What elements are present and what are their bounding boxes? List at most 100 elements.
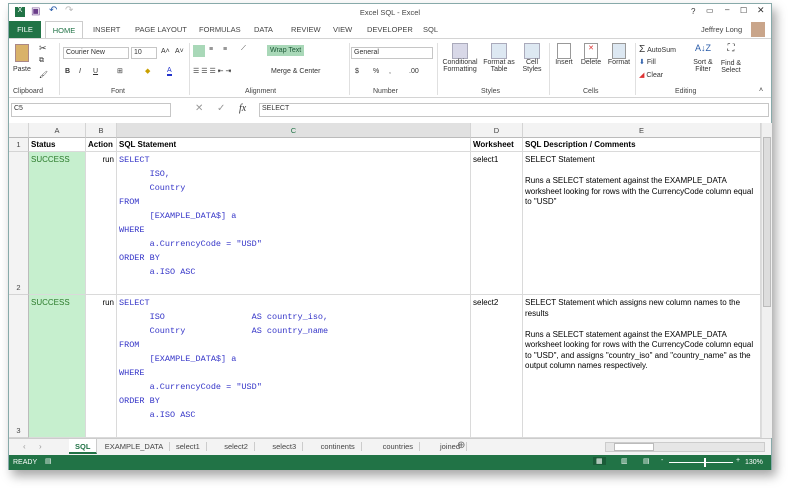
grow-font-icon[interactable]: A˄	[161, 48, 170, 55]
tab-sql[interactable]: SQL	[423, 25, 438, 34]
row-header[interactable]: 1	[9, 138, 29, 152]
page-layout-view-icon[interactable]: ▥	[621, 457, 628, 465]
underline-button[interactable]: U	[93, 68, 98, 75]
zoom-slider-thumb[interactable]	[704, 458, 707, 467]
ribbon-display-icon[interactable]: ▭	[706, 6, 714, 15]
prev-sheet-icon[interactable]: ‹	[23, 442, 26, 451]
row-header[interactable]: 3	[9, 295, 29, 438]
clear-button[interactable]: ◢ Clear	[639, 71, 663, 79]
comma-button[interactable]: ,	[389, 68, 391, 75]
merge-center-button[interactable]: Merge & Center	[271, 68, 320, 75]
font-color-icon[interactable]: A	[167, 67, 172, 76]
sheet-tab[interactable]: select2	[218, 442, 255, 451]
user-name[interactable]: Jeffrey Long	[701, 25, 742, 34]
avatar[interactable]	[751, 22, 765, 37]
column-header-c[interactable]: C	[117, 123, 471, 138]
next-sheet-icon[interactable]: ›	[39, 442, 42, 451]
select-all-corner[interactable]	[9, 123, 29, 138]
copy-icon[interactable]: ⧉	[39, 57, 44, 65]
align-left-icon[interactable]: ☰ ☰ ☰ ⇤ ⇥	[193, 67, 231, 75]
cell-e[interactable]: SELECT Statement which assigns new colum…	[523, 295, 761, 438]
cell-e[interactable]: SELECT Statement Runs a SELECT statement…	[523, 152, 761, 295]
row-header[interactable]: 2	[9, 152, 29, 295]
paste-icon[interactable]	[15, 44, 29, 62]
format-painter-icon[interactable]: 🖌	[39, 71, 48, 79]
sheet-tab[interactable]: EXAMPLE_DATA	[99, 442, 171, 451]
normal-view-icon[interactable]: ▦	[593, 457, 606, 465]
cancel-icon[interactable]: ✕	[195, 103, 203, 114]
insert-cells-button[interactable]: Insert	[551, 43, 577, 66]
sheet-tab[interactable]: continents	[315, 442, 362, 451]
find-select-button[interactable]: ⛶ Find & Select	[717, 43, 745, 74]
cell-b[interactable]: Action	[86, 138, 117, 152]
tab-review[interactable]: REVIEW	[291, 25, 321, 34]
collapse-ribbon-icon[interactable]: ˄	[759, 87, 763, 94]
wrap-text-button[interactable]: Wrap Text	[267, 45, 305, 56]
worksheet-grid[interactable]: A B C D E 1 Status Action SQL Statement Work…	[9, 123, 761, 438]
zoom-level[interactable]: 130%	[745, 459, 763, 466]
sheet-tab[interactable]: select1	[170, 442, 207, 451]
sheet-tab[interactable]: countries	[377, 442, 421, 451]
middle-align-icon[interactable]: ≡	[209, 46, 213, 53]
sheet-tab[interactable]: select3	[266, 442, 304, 451]
cell-b[interactable]: run	[86, 152, 117, 295]
format-as-table-button[interactable]: Format as Table	[481, 43, 517, 73]
vertical-scrollbar[interactable]	[761, 123, 772, 438]
zoom-slider[interactable]	[669, 458, 733, 467]
formula-input[interactable]: SELECT	[259, 103, 769, 117]
borders-icon[interactable]: ⊞	[117, 67, 123, 75]
decimal-icon[interactable]: .00	[409, 68, 419, 75]
tab-page-layout[interactable]: PAGE LAYOUT	[135, 25, 187, 34]
cell-c[interactable]: SQL Statement	[117, 138, 471, 152]
column-header-a[interactable]: A	[29, 123, 86, 138]
fill-color-icon[interactable]: ◆	[145, 67, 150, 75]
cell-a[interactable]: SUCCESS	[29, 295, 86, 438]
column-header-d[interactable]: D	[471, 123, 523, 138]
cell-d[interactable]: select2	[471, 295, 523, 438]
cell-styles-button[interactable]: Cell Styles	[517, 43, 547, 73]
tab-home[interactable]: HOME	[45, 21, 83, 38]
paste-button[interactable]: Paste	[13, 66, 31, 73]
help-button[interactable]: ?	[691, 7, 695, 16]
minimize-button[interactable]: –	[725, 5, 729, 14]
tab-view[interactable]: VIEW	[333, 25, 352, 34]
top-align-button[interactable]	[193, 45, 205, 57]
column-header-b[interactable]: B	[86, 123, 117, 138]
cell-c[interactable]: SELECT ISO, Country FROM [EXAMPLE_DATA$]…	[117, 152, 471, 295]
conditional-formatting-button[interactable]: Conditional Formatting	[439, 43, 481, 73]
zoom-in-button[interactable]: +	[736, 457, 740, 464]
cell-c[interactable]: SELECT ISO AS country_iso, Country AS co…	[117, 295, 471, 438]
cell-d[interactable]: Worksheet	[471, 138, 523, 152]
new-sheet-button[interactable]: ⊕	[457, 440, 465, 451]
tab-developer[interactable]: DEVELOPER	[367, 25, 413, 34]
percent-button[interactable]: %	[373, 68, 379, 75]
format-cells-button[interactable]: Format	[605, 43, 633, 66]
currency-button[interactable]: $	[355, 68, 359, 75]
autosum-button[interactable]: Σ AutoSum	[639, 44, 676, 55]
name-box[interactable]: C5	[11, 103, 171, 117]
cell-d[interactable]: select1	[471, 152, 523, 295]
sheet-tab[interactable]: SQL	[69, 439, 98, 454]
horizontal-scrollbar[interactable]	[605, 442, 765, 452]
sort-filter-button[interactable]: A↓Z Sort & Filter	[689, 43, 717, 73]
enter-icon[interactable]: ✓	[217, 103, 225, 114]
orientation-icon[interactable]: ⟋	[241, 45, 246, 53]
fill-button[interactable]: ⬇ Fill	[639, 58, 656, 66]
font-size-select[interactable]: 10	[131, 47, 157, 59]
number-format-select[interactable]: General	[351, 47, 433, 59]
tab-file[interactable]: FILE	[9, 21, 41, 38]
bottom-align-icon[interactable]: ≡	[223, 46, 227, 53]
shrink-font-icon[interactable]: A˅	[175, 48, 184, 55]
italic-button[interactable]: I	[79, 68, 81, 75]
column-header-e[interactable]: E	[523, 123, 761, 138]
tab-insert[interactable]: INSERT	[93, 25, 120, 34]
font-name-select[interactable]: Courier New	[63, 47, 129, 59]
maximize-button[interactable]: ☐	[740, 6, 747, 15]
delete-cells-button[interactable]: ✕ Delete	[577, 43, 605, 66]
scroll-thumb[interactable]	[763, 137, 771, 307]
cell-a[interactable]: SUCCESS	[29, 152, 86, 295]
close-button[interactable]: ✕	[757, 5, 765, 16]
macro-record-icon[interactable]: ▤	[45, 457, 52, 465]
insert-function-button[interactable]: fx	[239, 103, 246, 114]
scroll-thumb[interactable]	[614, 443, 654, 451]
